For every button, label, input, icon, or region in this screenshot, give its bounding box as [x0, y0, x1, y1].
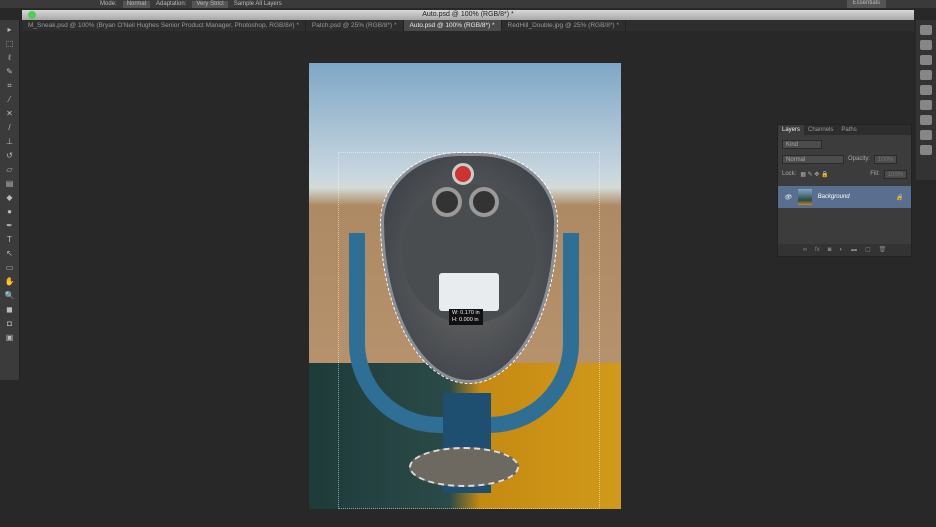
history-panel-icon[interactable] — [920, 25, 932, 35]
blur-tool-icon[interactable]: ◆ — [4, 193, 16, 202]
quick-select-tool-icon[interactable]: ✎ — [4, 67, 16, 76]
measurement-width: W: 0.170 in — [452, 310, 480, 316]
pen-tool-icon[interactable]: ✒ — [4, 221, 16, 230]
styles-panel-icon[interactable] — [920, 100, 932, 110]
channels-panel-icon[interactable] — [920, 130, 932, 140]
layer-name: Background — [817, 194, 850, 200]
opacity-label: Opacity: — [848, 156, 871, 162]
properties-panel-icon[interactable] — [920, 55, 932, 65]
shape-tool-icon[interactable]: ▭ — [4, 263, 16, 272]
opacity-input[interactable]: 100% — [874, 154, 898, 164]
color-swatches-icon[interactable]: ◼ — [4, 305, 16, 314]
move-tool-icon[interactable]: ▸ — [4, 25, 16, 34]
hand-tool-icon[interactable]: ✋ — [4, 277, 16, 286]
zoom-tool-icon[interactable]: 🔍 — [4, 291, 16, 300]
eraser-tool-icon[interactable]: ▱ — [4, 165, 16, 174]
options-bar: Mode: Normal Adaptation: Very Strict Sam… — [0, 0, 936, 8]
layers-panel-icon[interactable] — [920, 115, 932, 125]
tab-paths[interactable]: Paths — [837, 125, 860, 135]
lock-icons[interactable]: ▦ ✎ ✥ 🔒 — [800, 171, 828, 178]
screen-mode-icon[interactable]: ▣ — [4, 333, 16, 342]
tab-patch[interactable]: Patch.psd @ 25% (RGB/8*) * — [306, 20, 404, 31]
dodge-tool-icon[interactable]: ● — [4, 207, 16, 216]
brush-tool-icon[interactable]: / — [4, 123, 16, 132]
window-zoom-button[interactable] — [28, 11, 36, 19]
panel-dock — [916, 20, 936, 180]
crop-tool-icon[interactable]: ⌗ — [4, 81, 16, 90]
adaptation-label: Adaptation: — [156, 1, 187, 7]
new-layer-icon[interactable]: ▢ — [865, 244, 871, 256]
adaptation-select[interactable]: Very Strict — [192, 0, 228, 8]
workspace-select[interactable]: Essentials — [846, 0, 886, 8]
mode-label: Mode: — [100, 1, 117, 7]
layers-panel-footer: ∞ fx ◙ ◐ ▬ ▢ 🗑 — [778, 244, 911, 256]
lasso-tool-icon[interactable]: ℓ — [4, 53, 16, 62]
layer-style-icon[interactable]: fx — [815, 244, 820, 256]
clone-stamp-tool-icon[interactable]: ⊥ — [4, 137, 16, 146]
fill-input[interactable]: 100% — [883, 169, 907, 179]
adjustment-layer-icon[interactable]: ◐ — [839, 244, 843, 256]
document-tabs: M_Sneak.psd @ 100% (Bryan O'Neil Hughes … — [22, 20, 914, 31]
selection-marquee — [338, 152, 600, 509]
delete-layer-icon[interactable]: 🗑 — [879, 244, 887, 256]
layer-filter-select[interactable]: Kind — [782, 139, 822, 149]
eyedropper-tool-icon[interactable]: ⁄ — [4, 95, 16, 104]
window-title: Auto.psd @ 100% (RGB/8*) * — [422, 11, 514, 18]
gradient-tool-icon[interactable]: ▤ — [4, 179, 16, 188]
tab-redhill-double[interactable]: RedHill_Double.jpg @ 25% (RGB/8*) * — [502, 20, 626, 31]
lock-icon: 🔒 — [895, 194, 903, 201]
blend-mode-select[interactable]: Normal — [782, 154, 844, 164]
tools-panel: ▸ ⬚ ℓ ✎ ⌗ ⁄ ✕ / ⊥ ↺ ▱ ▤ ◆ ● ✒ T ↖ ▭ ✋ 🔍 … — [0, 20, 20, 380]
path-select-tool-icon[interactable]: ↖ — [4, 249, 16, 258]
sample-all-layers-checkbox[interactable]: Sample All Layers — [234, 1, 282, 7]
marquee-tool-icon[interactable]: ⬚ — [4, 39, 16, 48]
tab-m-sneak[interactable]: M_Sneak.psd @ 100% (Bryan O'Neil Hughes … — [22, 20, 306, 31]
swatches-panel-icon[interactable] — [920, 85, 932, 95]
layers-panel: Layers Channels Paths Kind Normal Opacit… — [777, 124, 912, 257]
document-titlebar: Auto.psd @ 100% (RGB/8*) * — [22, 10, 914, 20]
content-aware-move-tool-icon[interactable]: ✕ — [4, 109, 16, 118]
history-brush-tool-icon[interactable]: ↺ — [4, 151, 16, 160]
add-mask-icon[interactable]: ◙ — [828, 244, 832, 256]
tab-auto[interactable]: Auto.psd @ 100% (RGB/8*) * — [403, 20, 502, 31]
fill-label: Fill: — [870, 171, 880, 177]
paths-panel-icon[interactable] — [920, 145, 932, 155]
visibility-eye-icon[interactable]: 👁 — [784, 194, 792, 201]
new-group-icon[interactable]: ▬ — [851, 244, 857, 256]
actions-panel-icon[interactable] — [920, 40, 932, 50]
type-tool-icon[interactable]: T — [4, 235, 16, 244]
info-panel-icon[interactable] — [920, 70, 932, 80]
measurement-tooltip: W: 0.170 in H: 0.000 in — [449, 309, 483, 325]
layer-thumbnail — [797, 189, 812, 205]
link-layers-icon[interactable]: ∞ — [803, 244, 807, 256]
layer-row[interactable]: 👁 Background 🔒 — [778, 186, 911, 208]
lock-label: Lock: — [782, 171, 797, 177]
tab-layers[interactable]: Layers — [778, 125, 805, 135]
quick-mask-icon[interactable]: ◘ — [4, 319, 16, 328]
document-canvas[interactable]: W: 0.170 in H: 0.000 in — [309, 63, 621, 509]
mode-select[interactable]: Normal — [122, 0, 151, 8]
tab-channels[interactable]: Channels — [804, 125, 837, 135]
measurement-height: H: 0.000 in — [452, 317, 479, 323]
